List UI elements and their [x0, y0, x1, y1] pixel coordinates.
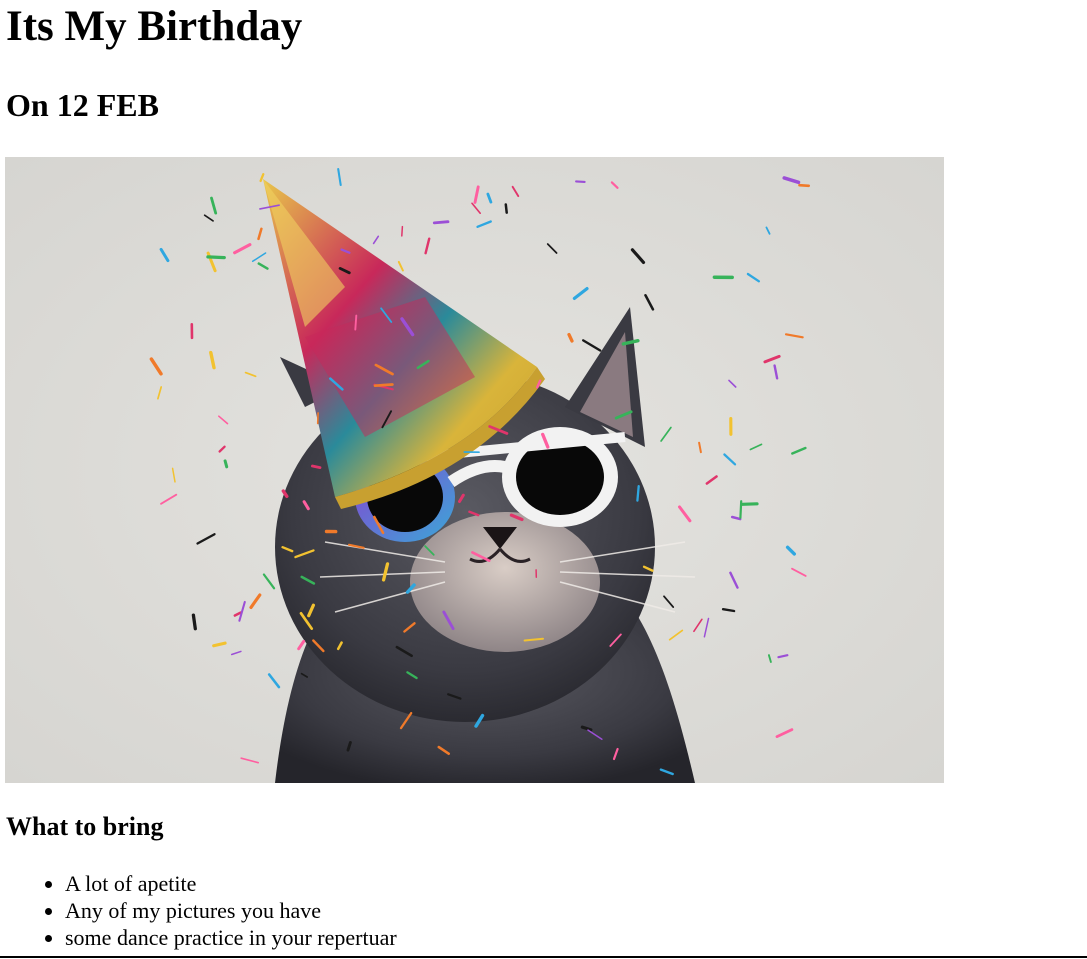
- confetti-piece: [373, 383, 394, 388]
- list-item-label: some dance practice in your repertuar: [65, 925, 397, 950]
- list-item-label: Any of my pictures you have: [65, 898, 321, 923]
- confetti-piece: [191, 613, 197, 631]
- confetti-piece: [739, 500, 743, 519]
- confetti-piece: [354, 314, 358, 331]
- list-item: Any of my pictures you have: [45, 897, 397, 924]
- list-item: some dance practice in your repertuar: [45, 924, 397, 951]
- page: Its My Birthday On 12 FEB What to bring …: [0, 0, 1087, 959]
- cat-illustration: [5, 157, 944, 783]
- bullet-icon: [45, 881, 52, 888]
- birthday-cat-image: [5, 157, 944, 783]
- confetti-piece: [575, 180, 586, 183]
- confetti-piece: [432, 220, 450, 225]
- bring-heading: What to bring: [6, 812, 164, 841]
- confetti-piece: [798, 183, 811, 188]
- confetti-piece: [401, 225, 404, 237]
- divider: [0, 956, 1087, 958]
- confetti-piece: [310, 464, 322, 470]
- confetti-piece: [504, 203, 508, 214]
- bring-list: A lot of apetite Any of my pictures you …: [45, 870, 397, 951]
- confetti-piece: [206, 255, 226, 260]
- list-item-label: A lot of apetite: [65, 871, 197, 896]
- bullet-icon: [45, 935, 52, 942]
- page-title: Its My Birthday: [6, 3, 303, 50]
- confetti-piece: [636, 484, 640, 502]
- confetti-piece: [223, 459, 229, 469]
- bullet-icon: [45, 908, 52, 915]
- page-subtitle: On 12 FEB: [6, 87, 159, 123]
- confetti-piece: [740, 502, 759, 506]
- list-item: A lot of apetite: [45, 870, 397, 897]
